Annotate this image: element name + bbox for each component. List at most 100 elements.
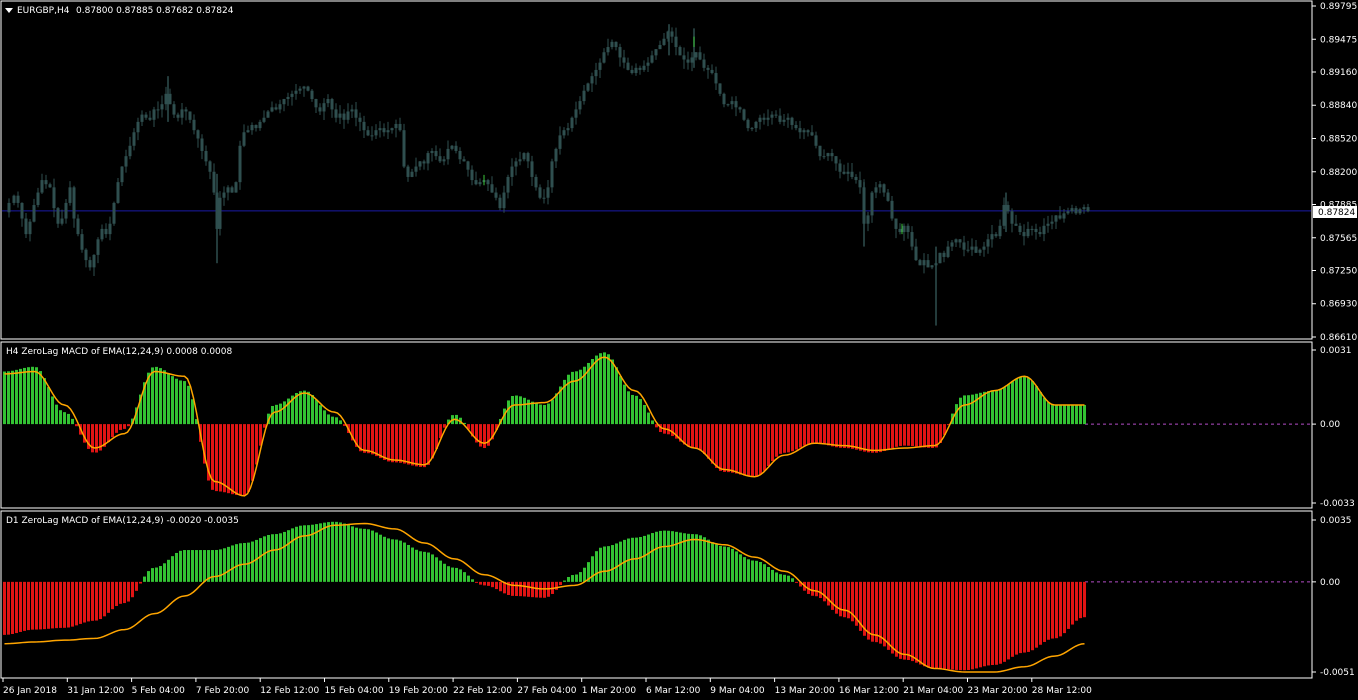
histogram-bar (1031, 581, 1034, 651)
histogram-bar (435, 557, 438, 582)
histogram-bar (931, 424, 934, 448)
histogram-bar (75, 581, 78, 626)
candle-body (702, 59, 706, 68)
histogram-bar (135, 581, 138, 591)
candle-body (100, 228, 104, 240)
candle-body (184, 109, 188, 112)
histogram-bar (883, 581, 886, 647)
candle-body (258, 121, 262, 129)
histogram-bar (463, 572, 466, 582)
histogram-bar (251, 424, 254, 481)
candle-body (630, 69, 634, 74)
histogram-bar (911, 424, 914, 447)
histogram-bar (703, 424, 706, 454)
histogram-bar (339, 420, 342, 425)
candle-body (810, 132, 814, 136)
histogram-bar (83, 581, 86, 623)
candle-body (838, 163, 842, 172)
histogram-bar (923, 581, 926, 667)
candle-body (646, 62, 650, 66)
histogram-bar (787, 575, 790, 582)
histogram-bar (383, 536, 386, 582)
histogram-bar (719, 545, 722, 582)
candle-body (346, 111, 350, 120)
histogram-bar (139, 581, 142, 584)
histogram-bar (1067, 581, 1070, 629)
candle-body (818, 145, 822, 157)
histogram-bar (1059, 404, 1062, 425)
histogram-bar (219, 424, 222, 492)
histogram-bar (711, 542, 714, 582)
histogram-bar (1015, 378, 1018, 425)
candle-body (282, 99, 286, 105)
candle-body (446, 148, 450, 160)
candle-body (814, 135, 818, 146)
histogram-bar (475, 581, 478, 583)
histogram-bar (383, 424, 386, 460)
histogram-bar (227, 546, 230, 582)
histogram-bar (275, 534, 278, 582)
candle-body (16, 195, 20, 203)
candle-body (994, 234, 998, 237)
histogram-bar (183, 550, 186, 582)
candle-body (132, 132, 136, 146)
histogram-bar (1023, 581, 1026, 653)
candle-body (1078, 209, 1082, 214)
histogram-bar (363, 424, 366, 453)
histogram-bar (731, 548, 734, 582)
histogram-bar (495, 581, 498, 590)
histogram-bar (395, 424, 398, 463)
candle-body (594, 69, 598, 77)
candle-body (1050, 221, 1054, 224)
candle-body (870, 192, 874, 216)
histogram-bar (447, 566, 450, 582)
x-tick-label: 5 Feb 04:00 (132, 686, 186, 696)
x-tick-label: 22 Feb 12:00 (453, 686, 512, 696)
histogram-bar (247, 542, 250, 582)
candle-body (770, 114, 774, 118)
histogram-bar (1079, 581, 1082, 619)
candle-body (180, 109, 184, 118)
histogram-bar (115, 581, 118, 606)
histogram-bar (123, 581, 126, 604)
histogram-bar (783, 424, 786, 453)
candle-body (970, 246, 974, 250)
histogram-bar (935, 581, 938, 669)
histogram-bar (35, 367, 38, 425)
candle-body (782, 119, 786, 122)
histogram-bar (763, 564, 766, 582)
histogram-bar (639, 399, 642, 425)
candle-body (116, 182, 120, 203)
histogram-bar (619, 541, 622, 582)
histogram-bar (775, 572, 778, 582)
histogram-bar (35, 581, 38, 630)
y-tick-label: 0.86930 (1320, 300, 1357, 310)
histogram-bar (971, 581, 974, 670)
histogram-bar (47, 387, 50, 425)
histogram-bar (823, 581, 826, 602)
histogram-bar (991, 581, 994, 665)
candle-body (80, 234, 84, 250)
histogram-bar (755, 424, 758, 477)
y-tick-label: 0.87565 (1320, 234, 1357, 244)
histogram-bar (115, 424, 118, 433)
histogram-bar (367, 424, 370, 454)
chart-area[interactable]: EURGBP,H4 0.87800 0.87885 0.87682 0.8782… (0, 0, 1358, 700)
histogram-bar (691, 424, 694, 448)
candle-body (558, 135, 562, 149)
candle-body (234, 182, 238, 193)
histogram-bar (1031, 381, 1034, 425)
symbol-title: EURGBP,H4 (17, 6, 70, 16)
x-tick-label: 13 Mar 20:00 (775, 686, 835, 696)
histogram-bar (567, 576, 570, 582)
histogram-bar (903, 424, 906, 446)
candle-body (208, 161, 212, 172)
candle-body (506, 176, 510, 193)
histogram-bar (155, 567, 158, 582)
candle-body (778, 115, 782, 122)
candle-body (254, 124, 258, 129)
histogram-bar (535, 403, 538, 425)
histogram-bar (1043, 581, 1046, 642)
histogram-bar (591, 556, 594, 582)
histogram-bar (879, 581, 882, 644)
